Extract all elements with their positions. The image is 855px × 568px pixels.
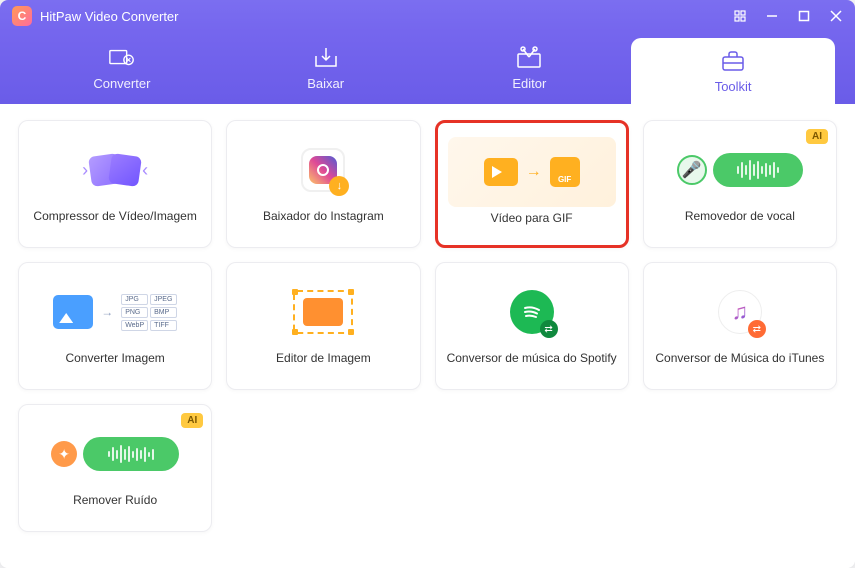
card-vocal-remover[interactable]: AI 🎤 Removedor de vocal [643, 120, 837, 248]
toolkit-icon [719, 49, 747, 73]
card-vocal-remover-label: Removedor de vocal [685, 209, 795, 223]
tab-toolkit-label: Toolkit [715, 79, 752, 94]
app-window: C HitPaw Video Converter Converter [0, 0, 855, 568]
card-image-editor[interactable]: Editor de Imagem [226, 262, 420, 390]
tab-toolkit[interactable]: Toolkit [631, 38, 835, 104]
card-instagram[interactable]: ↓ Baixador do Instagram [226, 120, 420, 248]
video-gif-icon: → GIF [448, 137, 616, 207]
card-noise-remover-label: Remover Ruído [73, 493, 157, 507]
card-compressor[interactable]: › ‹ Compressor de Vídeo/Imagem [18, 120, 212, 248]
tools-grid: › ‹ Compressor de Vídeo/Imagem ↓ Baixado… [18, 120, 837, 532]
tabbar: Converter Baixar Editor Toolkit [0, 32, 855, 104]
instagram-icon: ↓ [237, 135, 409, 205]
close-icon[interactable] [829, 9, 843, 23]
itunes-icon: ♫ ⇄ [654, 277, 826, 347]
card-compressor-label: Compressor de Vídeo/Imagem [33, 209, 196, 223]
maximize-icon[interactable] [797, 9, 811, 23]
card-image-converter-label: Converter Imagem [65, 351, 164, 365]
card-noise-remover[interactable]: AI ✦ Remover Ruído [18, 404, 212, 532]
tab-converter[interactable]: Converter [20, 32, 224, 104]
content-area: › ‹ Compressor de Vídeo/Imagem ↓ Baixado… [0, 104, 855, 568]
card-spotify[interactable]: ⇄ Conversor de música do Spotify [435, 262, 629, 390]
settings-icon[interactable] [733, 9, 747, 23]
download-icon [312, 46, 340, 70]
image-editor-icon [237, 277, 409, 347]
tab-baixar[interactable]: Baixar [224, 32, 428, 104]
card-video-gif[interactable]: → GIF Vídeo para GIF [435, 120, 629, 248]
card-image-editor-label: Editor de Imagem [276, 351, 371, 365]
titlebar: C HitPaw Video Converter [0, 0, 855, 32]
tab-editor[interactable]: Editor [428, 32, 632, 104]
editor-icon [515, 46, 543, 70]
vocal-remover-icon: 🎤 [654, 135, 826, 205]
compressor-icon: › ‹ [29, 135, 201, 205]
card-video-gif-label: Vídeo para GIF [491, 211, 573, 225]
noise-remover-icon: ✦ [29, 419, 201, 489]
converter-icon [108, 46, 136, 70]
tab-editor-label: Editor [512, 76, 546, 91]
card-itunes-label: Conversor de Música do iTunes [655, 351, 824, 365]
spotify-icon: ⇄ [446, 277, 618, 347]
tab-converter-label: Converter [93, 76, 150, 91]
card-itunes[interactable]: ♫ ⇄ Conversor de Música do iTunes [643, 262, 837, 390]
minimize-icon[interactable] [765, 9, 779, 23]
tab-baixar-label: Baixar [307, 76, 344, 91]
card-spotify-label: Conversor de música do Spotify [447, 351, 617, 365]
image-converter-icon: → JPGJPEG PNGBMP WebPTIFF [29, 277, 201, 347]
card-instagram-label: Baixador do Instagram [263, 209, 384, 223]
app-title: HitPaw Video Converter [40, 9, 179, 24]
card-image-converter[interactable]: → JPGJPEG PNGBMP WebPTIFF Converter Imag… [18, 262, 212, 390]
app-logo-icon: C [12, 6, 32, 26]
window-controls [733, 9, 843, 23]
